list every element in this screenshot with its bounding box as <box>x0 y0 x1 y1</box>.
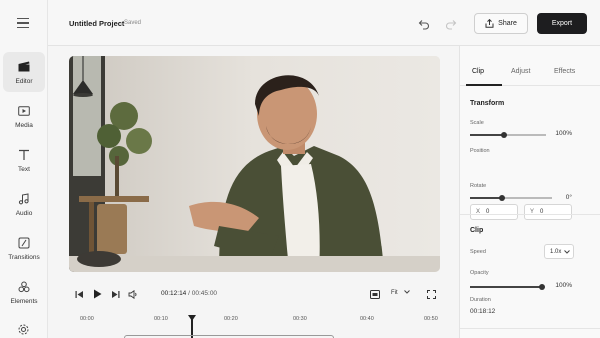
speed-select[interactable]: 1.0x <box>544 244 574 259</box>
top-bar: Untitled Project Saved Share Export <box>48 0 600 46</box>
panel-tabs: Clip Adjust Effects <box>460 58 600 86</box>
share-label: Share <box>498 20 517 27</box>
section-divider <box>460 328 600 329</box>
rotate-label: Rotate <box>470 183 487 189</box>
rail-item-elements[interactable]: Elements <box>3 272 45 312</box>
text-icon <box>17 148 31 162</box>
rail-item-text[interactable]: Text <box>3 140 45 180</box>
redo-icon[interactable] <box>445 17 457 30</box>
tool-sidebar: Editor Media Text Audio Transitions Elem… <box>0 0 48 338</box>
rail-item-label: Media <box>15 121 33 129</box>
share-button[interactable]: Share <box>474 13 528 34</box>
ruler-tick-label: 00:10 <box>154 316 168 322</box>
ruler-tick-label: 00:00 <box>80 316 94 322</box>
ruler-tick-label: 00:30 <box>293 316 307 322</box>
opacity-slider-knob[interactable] <box>539 283 545 290</box>
rail-item-transitions[interactable]: Transitions <box>3 228 45 268</box>
total-time: 00:45:00 <box>191 290 218 297</box>
time-separator: / <box>188 290 190 297</box>
scale-slider[interactable] <box>470 131 546 138</box>
fit-label: Fit <box>391 290 398 296</box>
current-time: 00:12:14 <box>161 290 187 297</box>
rail-item-label: Text <box>18 165 30 173</box>
folder-icon <box>17 104 31 118</box>
timecode: 00:12:14 / 00:45:00 <box>161 290 217 297</box>
opacity-slider[interactable] <box>470 283 545 290</box>
scale-value: 100% <box>555 130 572 137</box>
section-divider <box>460 214 600 215</box>
duration-label: Duration <box>470 297 491 303</box>
chevron-down-icon <box>564 249 571 254</box>
volume-icon[interactable] <box>128 289 138 299</box>
scale-slider-knob[interactable] <box>501 131 507 138</box>
shapes-icon <box>17 280 31 294</box>
opacity-slider-fill <box>470 286 543 288</box>
position-x-field[interactable]: X 0 <box>470 204 518 220</box>
scale-label: Scale <box>470 120 484 126</box>
transform-section-title: Transform <box>470 100 505 107</box>
safe-area-icon[interactable] <box>370 289 380 299</box>
player-controls: 00:12:14 / 00:45:00 Fit <box>58 280 450 308</box>
video-frame-image <box>69 56 440 272</box>
properties-panel: Clip Adjust Effects Transform Scale 100%… <box>459 46 600 338</box>
music-note-icon <box>17 192 31 206</box>
scale-slider-fill <box>470 134 504 136</box>
undo-icon[interactable] <box>418 17 430 30</box>
rail-item-media[interactable]: Media <box>3 96 45 136</box>
chevron-down-icon <box>404 290 411 294</box>
rail-item-audio[interactable]: Audio <box>3 184 45 224</box>
video-preview[interactable] <box>69 56 440 272</box>
rail-item-label: Audio <box>15 209 33 217</box>
rail-item-label: Elements <box>10 297 38 305</box>
export-button[interactable]: Export <box>537 13 587 34</box>
rotate-slider-fill <box>470 197 502 199</box>
rotate-slider[interactable] <box>470 194 552 201</box>
active-tab-indicator <box>466 84 502 86</box>
transition-icon <box>17 236 31 250</box>
clapperboard-icon <box>17 60 31 74</box>
tab-clip[interactable]: Clip <box>472 68 484 75</box>
speed-label: Speed <box>470 249 486 255</box>
timeline-ruler[interactable]: 00:00 00:10 00:20 00:30 00:40 00:50 <box>58 311 450 338</box>
tab-adjust[interactable]: Adjust <box>511 68 530 75</box>
rail-item-label: Editor <box>15 77 33 85</box>
position-label: Position <box>470 148 490 154</box>
tab-effects[interactable]: Effects <box>554 68 575 75</box>
share-icon <box>485 19 494 28</box>
save-status: Saved <box>124 20 142 26</box>
play-icon[interactable] <box>92 289 102 299</box>
fit-dropdown[interactable]: Fit <box>391 290 411 296</box>
rotate-value: 0° <box>565 194 572 201</box>
position-y-field[interactable]: Y 0 <box>524 204 572 220</box>
ruler-tick-label: 00:20 <box>224 316 238 322</box>
rail-item-editor[interactable]: Editor <box>3 52 45 92</box>
ruler-tick-label: 00:40 <box>360 316 374 322</box>
skip-back-icon[interactable] <box>74 289 84 299</box>
settings-gear-icon[interactable] <box>17 323 30 336</box>
duration-value: 00:18:12 <box>470 308 496 315</box>
skip-forward-icon[interactable] <box>110 289 120 299</box>
opacity-label: Opacity <box>470 270 489 276</box>
ruler-tick-label: 00:50 <box>424 316 438 322</box>
speed-value: 1.0x <box>550 248 562 255</box>
rotate-slider-knob[interactable] <box>499 194 505 201</box>
opacity-value: 100% <box>555 282 572 289</box>
rail-item-label: Transitions <box>8 253 40 261</box>
fullscreen-icon[interactable] <box>426 289 436 299</box>
project-title[interactable]: Untitled Project <box>69 19 124 28</box>
menu-icon[interactable] <box>17 18 29 29</box>
clip-section-title: Clip <box>470 227 484 234</box>
